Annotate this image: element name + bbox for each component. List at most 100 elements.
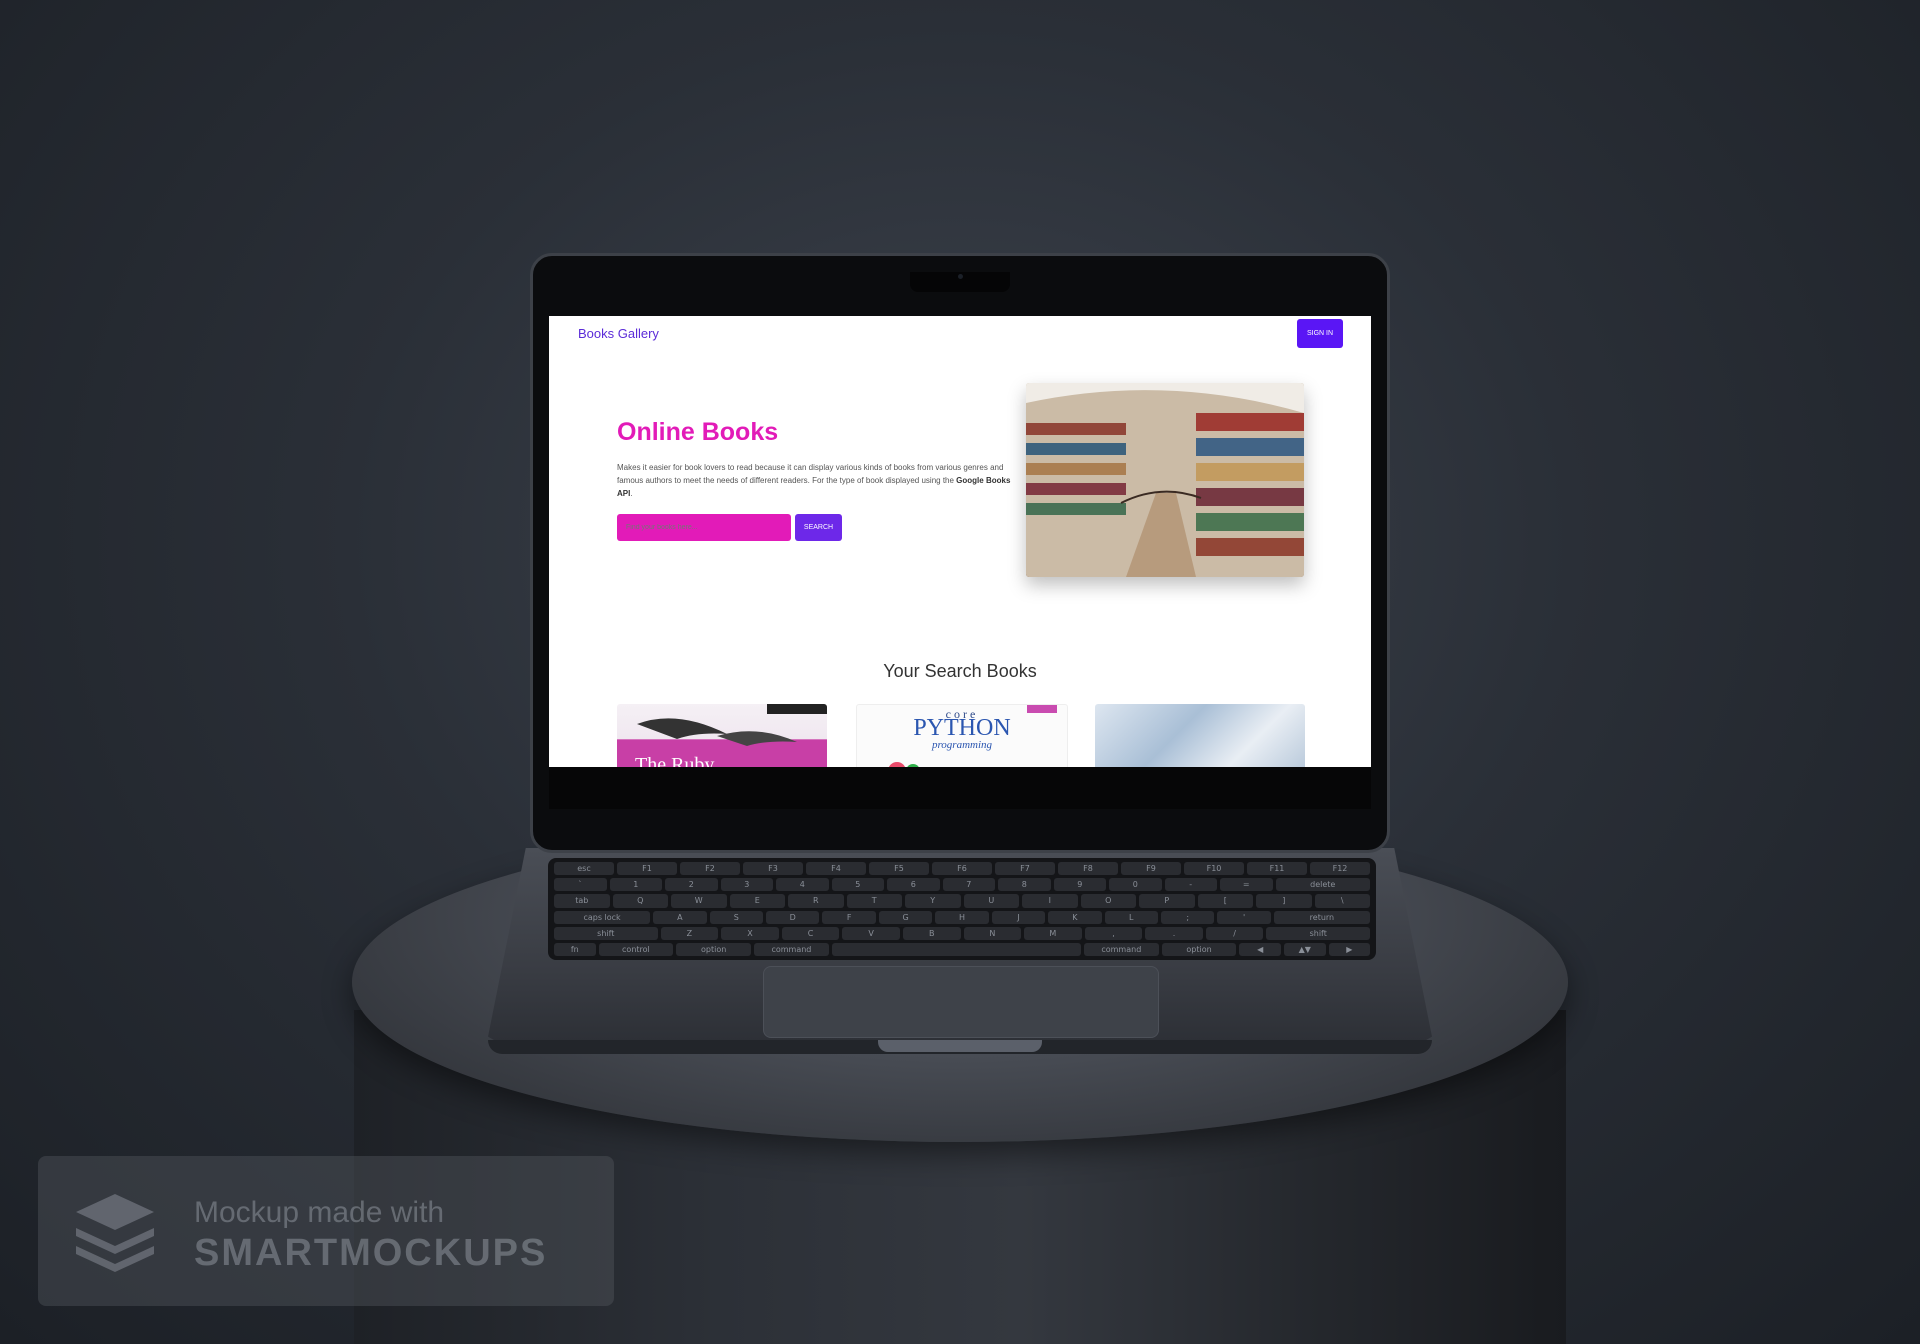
keyboard-key: S [709, 910, 764, 924]
navbar: Books Gallery SIGN IN [549, 316, 1371, 352]
keyboard-row: caps lock A S D F G H J K L; ' return [554, 910, 1370, 924]
keyboard-key: 6 [887, 878, 940, 892]
keyboard-key: F1 [617, 862, 677, 876]
keyboard-key: command [1083, 942, 1159, 957]
search-results-title: Your Search Books [883, 661, 1037, 681]
keyboard-key: ▲▼ [1283, 942, 1326, 957]
keyboard-row: shift Z X C V B N M,. / shift [554, 926, 1371, 940]
camera-icon [958, 274, 963, 279]
watermark-brand: SMARTMOCKUPS [194, 1232, 548, 1274]
library-shelves-illustration [1026, 383, 1304, 577]
keyboard-key: option [676, 942, 752, 957]
brand-logo[interactable]: Books Gallery [578, 326, 659, 341]
watermark-line1: Mockup made with [194, 1196, 445, 1229]
keyboard-key: F6 [932, 862, 992, 876]
keyboard-row: tab Q W E R T Y U I O P[] \ [554, 894, 1370, 908]
keyboard-key: X [721, 926, 779, 940]
search-input[interactable] [617, 514, 791, 541]
colorful-graphic [888, 705, 1057, 767]
laptop-notch [878, 1040, 1042, 1052]
keyboard-key: O [1080, 894, 1136, 908]
keyboard-key: B [902, 926, 961, 940]
hero-description-text: Makes it easier for book lovers to read … [617, 463, 1004, 485]
keyboard-key: F10 [1184, 862, 1244, 876]
keyboard-key: esc [554, 862, 614, 876]
keyboard-key: Q [612, 894, 668, 908]
keyboard-key: - [1164, 878, 1217, 892]
book-card[interactable]: The Ruby [617, 704, 827, 767]
keyboard-key: caps lock [554, 910, 651, 924]
keyboard-key: 5 [831, 878, 884, 892]
keyboard-key: J [991, 910, 1046, 924]
keyboard-key: W [671, 894, 727, 908]
keyboard-key: shift [554, 926, 658, 940]
book-card[interactable]: core PYTHON programming [856, 704, 1068, 767]
keyboard-key: ◀ [1239, 942, 1281, 957]
laptop-screen: Books Gallery SIGN IN Online Books Makes… [549, 316, 1371, 767]
keyboard-key: I [1022, 894, 1078, 908]
keyboard-key: ' [1217, 910, 1271, 924]
keyboard-key: 3 [720, 878, 773, 892]
keyboard-key: G [878, 910, 933, 924]
keyboard-key: / [1205, 926, 1264, 940]
keyboard-key: L [1104, 910, 1158, 924]
sign-in-button[interactable]: SIGN IN [1297, 319, 1343, 348]
keyboard-key: ▶ [1328, 942, 1371, 957]
keyboard-key: C [781, 926, 840, 940]
book-card[interactable] [1095, 704, 1305, 767]
keyboard-key: F8 [1058, 862, 1118, 876]
keyboard-key: M [1024, 926, 1082, 940]
keyboard-key: R [788, 894, 844, 908]
keyboard-key: tab [554, 894, 610, 908]
keyboard-key: A [653, 910, 707, 924]
keyboard-key: . [1145, 926, 1203, 940]
keyboard-key: return [1273, 910, 1370, 924]
keyboard-key: E [729, 894, 785, 908]
keyboard-key: 2 [665, 878, 718, 892]
keyboard-key: N [963, 926, 1022, 940]
keyboard-key: F7 [995, 862, 1055, 876]
keyboard-key: T [846, 894, 902, 908]
keyboard-key: 9 [1053, 878, 1106, 892]
keyboard-key: = [1220, 878, 1273, 892]
hero-title: Online Books [617, 418, 779, 446]
keyboard-key: shift [1266, 926, 1371, 940]
keyboard-key: , [1084, 926, 1143, 940]
hero-description: Makes it easier for book lovers to read … [617, 461, 1017, 500]
trackpad [763, 966, 1159, 1038]
keyboard-key: fn [554, 942, 596, 957]
book-cover-title: The Ruby [635, 754, 715, 767]
keyboard-key: F5 [869, 862, 929, 876]
library-image [1026, 383, 1304, 577]
keyboard-key: option [1161, 942, 1237, 957]
keyboard-row: esc F1 F2 F3 F4 F5 F6 F7 F8 F9 F10 F11 F12 [554, 862, 1370, 876]
hero-description-end: . [630, 489, 633, 498]
keyboard-key: Y [905, 894, 961, 908]
keyboard-key: U [963, 894, 1019, 908]
keyboard: esc F1 F2 F3 F4 F5 F6 F7 F8 F9 F10 F11 F12 ` 1 2 3 4 5 6 7 8 9… [548, 858, 1376, 960]
keyboard-key [831, 942, 1081, 957]
keyboard-key: command [754, 942, 829, 957]
keyboard-key: 0 [1109, 878, 1162, 892]
keyboard-key: F2 [680, 862, 740, 876]
keyboard-key: \ [1314, 894, 1370, 908]
keyboard-key: Z [660, 926, 719, 940]
keyboard-row: ` 1 2 3 4 5 6 7 8 9 0- = delete [554, 878, 1370, 892]
keyboard-key: P [1139, 894, 1195, 908]
keyboard-key: 1 [609, 878, 662, 892]
keyboard-key: ` [554, 878, 607, 892]
keyboard-key: F3 [743, 862, 803, 876]
keyboard-key: ] [1256, 894, 1312, 908]
keyboard-key: F [822, 910, 876, 924]
keyboard-key: H [935, 910, 989, 924]
layers-icon [76, 1194, 154, 1272]
keyboard-key: F12 [1310, 862, 1370, 876]
keyboard-key: F9 [1121, 862, 1181, 876]
keyboard-key: V [842, 926, 900, 940]
keyboard-key: K [1048, 910, 1102, 924]
keyboard-key: ; [1160, 910, 1215, 924]
keyboard-key: D [766, 910, 820, 924]
keyboard-key: 8 [998, 878, 1051, 892]
search-button[interactable]: SEARCH [795, 514, 842, 541]
keyboard-key: delete [1275, 878, 1370, 892]
